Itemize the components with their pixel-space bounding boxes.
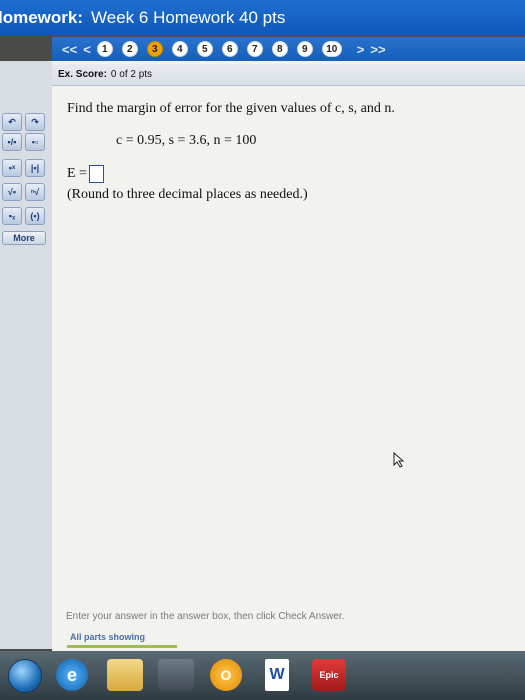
mouse-cursor-icon <box>393 452 405 468</box>
mixed-number-icon[interactable]: ▪▫ <box>25 133 45 151</box>
question-3-button[interactable]: 3 <box>146 41 163 57</box>
parentheses-icon[interactable]: (▪) <box>25 207 45 225</box>
question-10-button[interactable]: 10 <box>321 41 342 57</box>
word-icon[interactable]: W <box>265 659 289 691</box>
absolute-value-icon[interactable]: |▪| <box>25 159 45 177</box>
question-2-button[interactable]: 2 <box>121 41 138 57</box>
media-player-icon[interactable] <box>158 659 194 691</box>
folder-icon[interactable] <box>107 659 143 691</box>
footer-instruction: Enter your answer in the answer box, the… <box>66 611 345 622</box>
score-bar: Ex. Score: 0 of 2 pts <box>52 64 525 86</box>
score-label: Ex. Score: <box>58 69 107 80</box>
math-toolbar: ↶ ↷ ▪/▪ ▪▫ ▪ˣ |▪| √▪ ⁿ√ ▪ₓ (▪) More <box>0 61 52 649</box>
question-7-button[interactable]: 7 <box>246 41 263 57</box>
question-5-button[interactable]: 5 <box>196 41 213 57</box>
title-bar: lomework: Week 6 Homework 40 pts <box>0 0 525 36</box>
square-root-icon[interactable]: √▪ <box>2 183 22 201</box>
question-9-button[interactable]: 9 <box>296 41 313 57</box>
nth-root-icon[interactable]: ⁿ√ <box>25 183 45 201</box>
subscript-icon[interactable]: ▪ₓ <box>2 207 22 225</box>
first-question-button[interactable]: << <box>62 42 77 57</box>
fraction-icon[interactable]: ▪/▪ <box>2 133 22 151</box>
taskbar: e O W Epic <box>0 651 525 700</box>
question-nav: << < 1 2 3 4 5 6 7 8 9 10 > >> <box>52 37 525 61</box>
page-title: Week 6 Homework 40 pts <box>91 8 286 27</box>
undo-icon[interactable]: ↶ <box>2 113 22 131</box>
orange-app-icon[interactable]: O <box>210 659 242 691</box>
rounding-instruction: (Round to three decimal places as needed… <box>67 187 308 202</box>
exponent-icon[interactable]: ▪ˣ <box>2 159 22 177</box>
answer-row: E = <box>67 165 104 183</box>
redo-icon[interactable]: ↷ <box>25 113 45 131</box>
answer-label: E = <box>67 166 87 181</box>
epic-app-icon[interactable]: Epic <box>312 659 346 691</box>
last-question-button[interactable]: >> <box>370 42 385 57</box>
next-question-button[interactable]: > <box>357 42 365 57</box>
internet-explorer-icon[interactable]: e <box>56 659 88 691</box>
title-prefix: lomework: <box>0 8 84 27</box>
question-6-button[interactable]: 6 <box>221 41 238 57</box>
all-parts-showing-link[interactable]: All parts showing <box>70 632 145 642</box>
progress-bar <box>67 645 177 648</box>
given-values: c = 0.95, s = 3.6, n = 100 <box>116 133 257 148</box>
question-1-button[interactable]: 1 <box>96 41 113 57</box>
answer-input[interactable] <box>88 165 104 183</box>
question-text: Find the margin of error for the given v… <box>67 101 395 116</box>
question-panel: Ex. Score: 0 of 2 pts Find the margin of… <box>52 61 525 651</box>
start-button-icon[interactable] <box>8 659 42 693</box>
prev-question-button[interactable]: < <box>83 42 91 57</box>
question-4-button[interactable]: 4 <box>171 41 188 57</box>
score-value: 0 of 2 pts <box>110 69 153 80</box>
question-8-button[interactable]: 8 <box>271 41 288 57</box>
more-button[interactable]: More <box>2 231 46 245</box>
